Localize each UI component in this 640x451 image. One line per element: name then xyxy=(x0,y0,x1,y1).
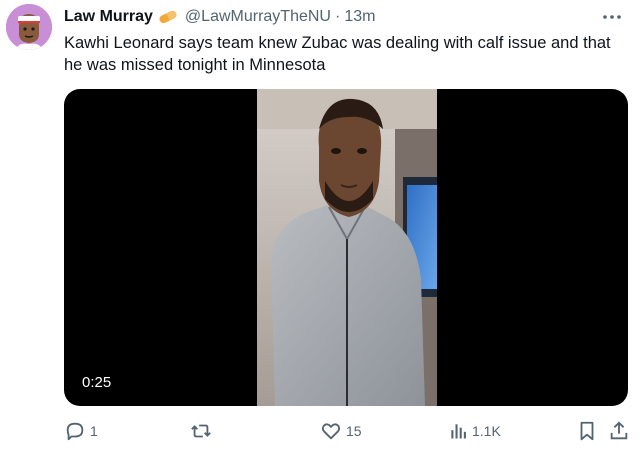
video-duration: 0:25 xyxy=(78,373,116,392)
retweet-button[interactable] xyxy=(190,418,216,444)
share-icon xyxy=(608,420,630,442)
retweet-icon xyxy=(190,420,212,442)
avatar-illustration xyxy=(6,4,52,50)
reply-button[interactable]: 1 xyxy=(64,418,98,444)
separator-dot: · xyxy=(334,8,341,25)
tweet-text: Kawhi Leonard says team knew Zubac was d… xyxy=(64,34,611,74)
author-handle[interactable]: @LawMurrayTheNU xyxy=(185,8,331,26)
pill-badge-icon xyxy=(157,9,179,25)
views-button[interactable]: 1.1K xyxy=(448,418,501,444)
reply-icon xyxy=(64,420,86,442)
avatar[interactable] xyxy=(6,4,52,50)
bookmark-icon xyxy=(576,420,598,442)
video-player[interactable]: 0:25 xyxy=(64,89,628,406)
tweet-header: Law Murray @LawMurrayTheNU · 13m xyxy=(64,6,626,28)
heart-icon xyxy=(320,420,342,442)
action-bar: 1 15 1.1K xyxy=(64,418,630,444)
like-button[interactable]: 15 xyxy=(320,418,362,444)
like-count: 15 xyxy=(346,423,362,439)
share-button[interactable] xyxy=(608,418,630,444)
view-count: 1.1K xyxy=(472,423,501,439)
analytics-icon xyxy=(448,421,468,441)
author-name[interactable]: Law Murray xyxy=(64,8,153,26)
video-frame xyxy=(257,89,437,406)
more-options-icon[interactable] xyxy=(598,6,626,28)
bookmark-button[interactable] xyxy=(576,418,598,444)
reply-count: 1 xyxy=(90,423,98,439)
timestamp[interactable]: 13m xyxy=(344,8,375,26)
